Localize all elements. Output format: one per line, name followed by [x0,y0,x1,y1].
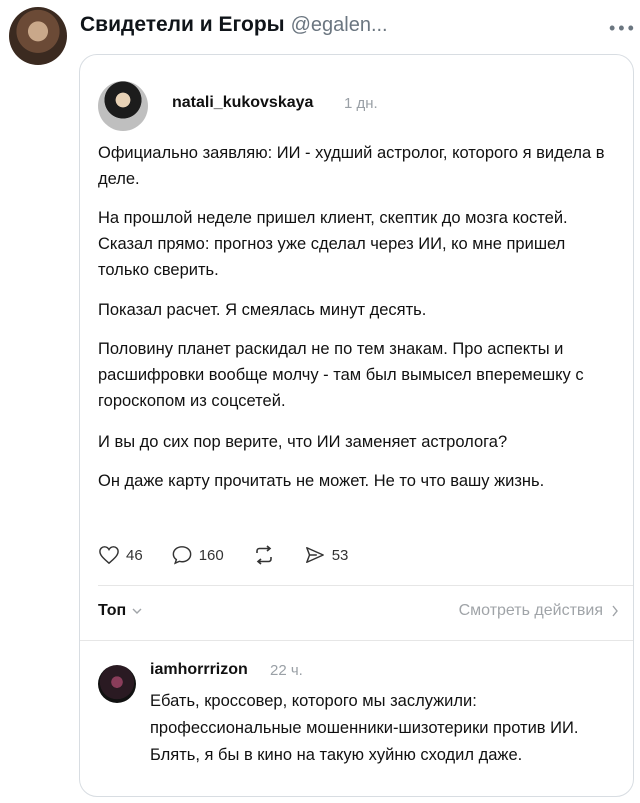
tweet-header: Свидетели и Егоры @egalen... [80,13,388,39]
post-actions: 46 160 53 [98,543,376,567]
send-icon [305,547,324,563]
display-name[interactable]: Свидетели и Егоры [80,13,285,37]
reply-author-avatar[interactable] [98,665,136,703]
share-button[interactable]: 53 [304,545,349,565]
sort-dropdown[interactable]: Топ [98,602,142,620]
divider [80,640,633,641]
chevron-down-icon [132,608,142,614]
user-handle[interactable]: @egalen... [291,14,388,37]
author-avatar[interactable] [9,7,67,65]
repost-icon [255,545,272,565]
sort-label: Топ [98,602,127,619]
share-count: 53 [331,546,349,564]
post-paragraph: Официально заявляю: ИИ - худший астролог… [98,144,605,188]
reply-text: Ебать, кроссовер, которого мы заслужили:… [150,692,579,764]
post-paragraph: Он даже карту прочитать не может. Не то … [98,472,545,490]
post-paragraph: На прошлой неделе пришел клиент, скептик… [98,209,568,279]
comment-icon [172,546,192,565]
view-actions-label: Смотреть действия [458,602,603,619]
more-dots-icon[interactable]: • • • [609,18,634,39]
like-count: 46 [126,546,143,564]
like-button[interactable]: 46 [98,545,143,565]
comment-count: 160 [198,546,224,564]
chevron-right-icon [612,605,618,617]
reply-timestamp: 22 ч. [270,662,303,679]
embedded-post-card: natali_kukovskaya 1 дн. Официально заявл… [79,54,634,797]
view-actions-link[interactable]: Смотреть действия [459,602,619,620]
post-paragraph: Показал расчет. Я смеялась минут десять. [98,301,427,319]
comment-button[interactable]: 160 [171,545,224,565]
post-timestamp: 1 дн. [344,95,378,112]
post-paragraph: Половину планет раскидал не по тем знака… [98,340,584,410]
post-author-avatar[interactable] [98,81,148,131]
repost-button[interactable] [252,545,276,565]
post-paragraph: И вы до сих пор верите, что ИИ заменяет … [98,433,508,451]
post-username[interactable]: natali_kukovskaya [172,94,313,112]
divider [98,585,633,586]
reply-username[interactable]: iamhorrrizon [150,661,248,679]
heart-icon [99,546,119,565]
